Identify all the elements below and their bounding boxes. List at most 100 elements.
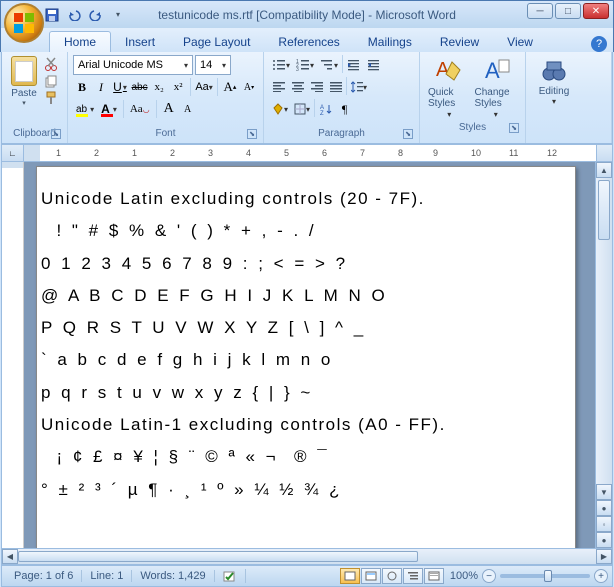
multilevel-button[interactable]: ▾ xyxy=(317,55,341,75)
title-bar: ▾ testunicode ms.rtf [Compatibility Mode… xyxy=(0,0,614,28)
paragraph-launcher[interactable]: ⬊ xyxy=(403,129,413,139)
font-name-combo[interactable]: Arial Unicode MS▾ xyxy=(73,55,193,75)
quick-styles-button[interactable]: A Quick Styles▾ xyxy=(428,56,471,119)
zoom-thumb[interactable] xyxy=(544,570,552,582)
doc-text: ¡ ¢ £ ¤ ¥ ¦ § ¨ © ª « ¬ ­ ® ¯ xyxy=(41,441,571,473)
bullets-button[interactable]: ▾ xyxy=(269,55,293,75)
subscript-button[interactable]: x₂ xyxy=(150,77,168,97)
scroll-left-button[interactable]: ◀ xyxy=(2,549,18,564)
decrease-indent-button[interactable] xyxy=(344,55,364,75)
minimize-button[interactable]: ─ xyxy=(527,3,553,19)
change-case-button[interactable]: Aa▾ xyxy=(194,77,214,97)
shrink-a-button[interactable]: A xyxy=(179,99,197,119)
scroll-down-button[interactable]: ▼ xyxy=(596,484,612,500)
cut-button[interactable] xyxy=(43,56,59,72)
line-spacing-button[interactable]: ▾ xyxy=(348,77,370,97)
highlight-button[interactable]: ab▾ xyxy=(73,99,97,119)
office-button[interactable] xyxy=(4,3,44,43)
browse-prev-button[interactable]: ● xyxy=(596,500,612,516)
status-line[interactable]: Line: 1 xyxy=(82,570,132,582)
borders-button[interactable]: ▾ xyxy=(291,99,313,119)
shading-button[interactable]: ▾ xyxy=(269,99,291,119)
zoom-slider[interactable] xyxy=(500,574,590,578)
change-styles-button[interactable]: A Change Styles▾ xyxy=(475,56,518,119)
ruler-toggle[interactable] xyxy=(596,145,612,161)
zoom-out-button[interactable]: − xyxy=(482,569,496,583)
ruler-tick: 4 xyxy=(246,148,251,158)
editing-button[interactable]: Editing▾ xyxy=(530,54,578,110)
align-left-button[interactable] xyxy=(269,77,288,97)
justify-button[interactable] xyxy=(326,77,345,97)
bold-button[interactable]: B xyxy=(73,77,91,97)
browse-object-button[interactable]: ◦ xyxy=(596,516,612,532)
styles-launcher[interactable]: ⬊ xyxy=(509,123,519,133)
numbering-button[interactable]: 123▾ xyxy=(293,55,317,75)
horizontal-ruler[interactable]: ∟ 1 2 1 2 3 4 5 6 7 8 9 10 11 12 xyxy=(1,144,613,162)
grow-font-button[interactable]: A▴ xyxy=(221,77,239,97)
increase-indent-button[interactable] xyxy=(364,55,384,75)
office-logo-icon xyxy=(13,12,35,34)
tab-references[interactable]: References xyxy=(264,32,353,52)
font-launcher[interactable]: ⬊ xyxy=(247,129,257,139)
svg-text:Z: Z xyxy=(320,111,324,115)
shrink-font-button[interactable]: A▾ xyxy=(240,77,258,97)
redo-button[interactable] xyxy=(87,6,105,24)
ruler-tick: 10 xyxy=(471,148,481,158)
align-center-button[interactable] xyxy=(288,77,307,97)
vertical-ruler[interactable] xyxy=(2,162,24,548)
align-right-button[interactable] xyxy=(307,77,326,97)
outline-view[interactable] xyxy=(403,568,423,584)
hscroll-thumb[interactable] xyxy=(18,551,418,562)
status-bar: Page: 1 of 6 Line: 1 Words: 1,429 100% −… xyxy=(1,565,613,587)
svg-text:3: 3 xyxy=(296,67,299,71)
tab-mailings[interactable]: Mailings xyxy=(354,32,426,52)
tab-insert[interactable]: Insert xyxy=(111,32,169,52)
document-viewport[interactable]: Unicode Latin excluding controls (20 - 7… xyxy=(24,162,595,548)
show-marks-button[interactable]: ¶ xyxy=(335,99,354,119)
zoom-in-button[interactable]: + xyxy=(594,569,608,583)
superscript-button[interactable]: x² xyxy=(169,77,187,97)
tab-selector[interactable]: ∟ xyxy=(2,145,24,161)
status-page[interactable]: Page: 1 of 6 xyxy=(6,570,82,582)
paste-button[interactable]: Paste ▾ xyxy=(6,54,42,127)
scroll-up-button[interactable]: ▲ xyxy=(596,162,612,178)
browse-next-button[interactable]: ● xyxy=(596,532,612,548)
draft-view[interactable] xyxy=(424,568,444,584)
print-layout-view[interactable] xyxy=(340,568,360,584)
font-color-button[interactable]: A▾ xyxy=(98,99,120,119)
status-proofing[interactable] xyxy=(215,569,246,583)
help-icon[interactable]: ? xyxy=(591,36,607,52)
format-painter-button[interactable] xyxy=(43,90,59,106)
clipboard-launcher[interactable]: ⬊ xyxy=(51,129,61,139)
grow-a-button[interactable]: A xyxy=(160,99,178,119)
scroll-right-button[interactable]: ▶ xyxy=(596,549,612,564)
horizontal-scrollbar[interactable]: ◀ ▶ xyxy=(1,548,613,565)
save-button[interactable] xyxy=(43,6,61,24)
underline-button[interactable]: U▾ xyxy=(111,77,129,97)
tab-view[interactable]: View xyxy=(493,32,547,52)
styles-group-label: Styles⬊ xyxy=(424,121,521,135)
maximize-button[interactable]: □ xyxy=(555,3,581,19)
tab-review[interactable]: Review xyxy=(426,32,493,52)
close-button[interactable]: ✕ xyxy=(583,3,609,19)
zoom-level[interactable]: 100% xyxy=(450,570,478,582)
scroll-thumb[interactable] xyxy=(598,180,610,240)
doc-text: @ A B C D E F G H I J K L M N O xyxy=(41,280,571,312)
clear-formatting-button[interactable]: Aa◡ xyxy=(127,99,153,119)
full-screen-view[interactable] xyxy=(361,568,381,584)
qat-customize[interactable]: ▾ xyxy=(109,6,127,24)
ruler-tick: 1 xyxy=(56,148,61,158)
tab-page-layout[interactable]: Page Layout xyxy=(169,32,264,52)
strike-button[interactable]: abc xyxy=(130,77,149,97)
sort-button[interactable]: AZ xyxy=(316,99,335,119)
doc-text: P Q R S T U V W X Y Z [ \ ] ^ _ xyxy=(41,312,571,344)
status-words[interactable]: Words: 1,429 xyxy=(132,570,214,582)
web-layout-view[interactable] xyxy=(382,568,402,584)
document-page[interactable]: Unicode Latin excluding controls (20 - 7… xyxy=(36,166,576,548)
font-size-combo[interactable]: 14▾ xyxy=(195,55,231,75)
copy-button[interactable] xyxy=(43,73,59,89)
tab-home[interactable]: Home xyxy=(49,31,111,52)
vertical-scrollbar[interactable]: ▲ ▼ ● ◦ ● xyxy=(595,162,612,548)
undo-button[interactable] xyxy=(65,6,83,24)
italic-button[interactable]: I xyxy=(92,77,110,97)
